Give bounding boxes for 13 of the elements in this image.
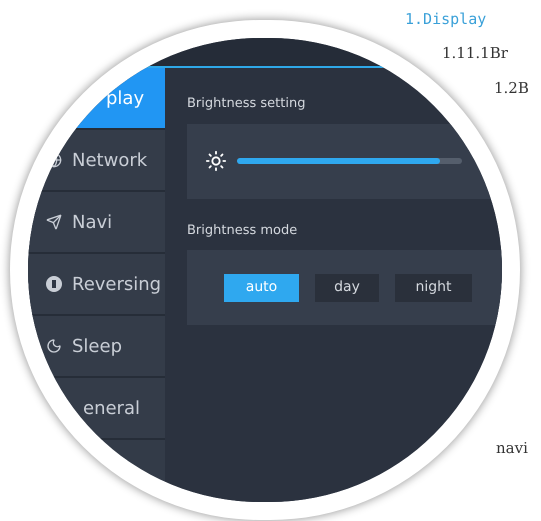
sidebar-item[interactable]: Reversing <box>28 254 165 316</box>
section-label: Brightness mode <box>187 222 298 240</box>
paper-plane-icon <box>46 214 62 230</box>
brightness-icon <box>205 150 227 172</box>
mode-option[interactable]: night <box>395 274 472 302</box>
sidebar-item[interactable]: Navi <box>28 192 165 254</box>
document-line: 1.2B <box>494 78 529 99</box>
document-line: navi <box>496 438 528 459</box>
section-label: Brightness setting <box>187 95 306 113</box>
document-heading: 1.Display <box>405 9 486 30</box>
mode-option[interactable]: day <box>315 274 379 302</box>
moon-icon <box>46 338 62 354</box>
document-line: 1.11.1Br <box>442 43 508 64</box>
